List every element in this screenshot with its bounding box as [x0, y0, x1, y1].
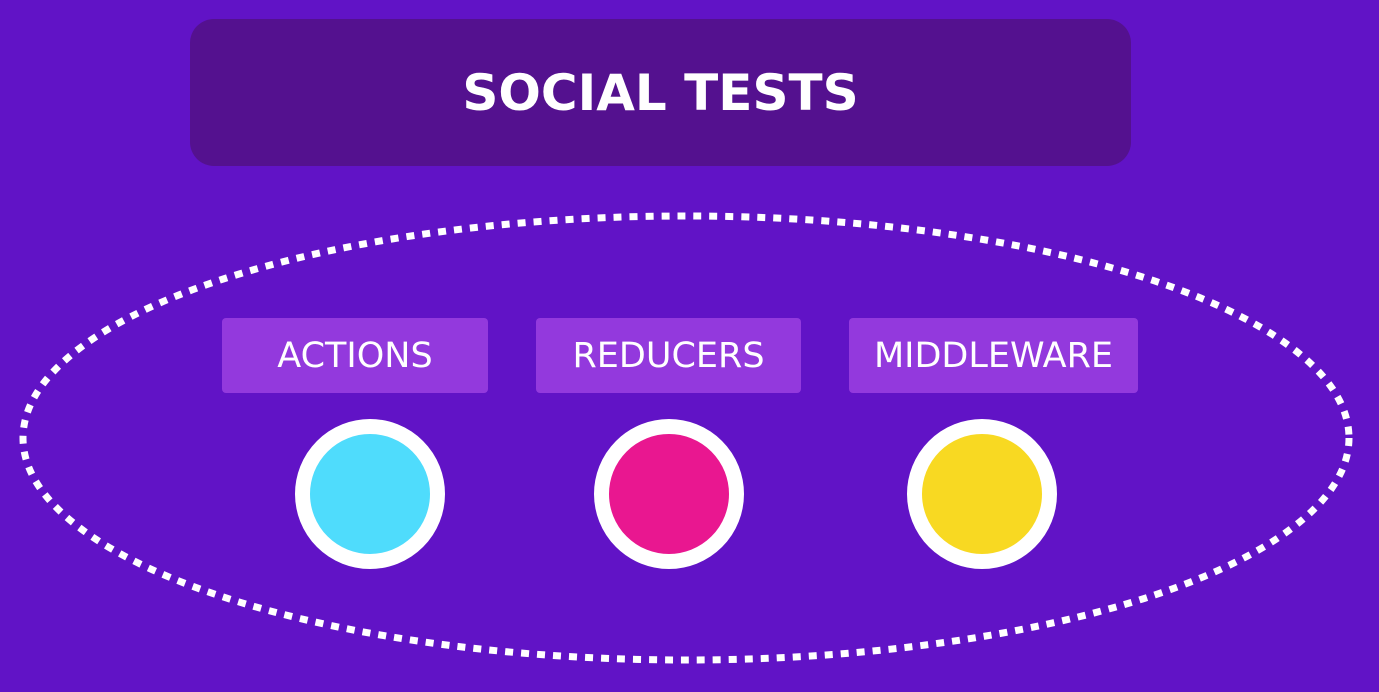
middleware-label: MIDDLEWARE [873, 335, 1114, 376]
diagram-canvas: SOCIAL TESTS ACTIONS REDUCERS MIDDLEWARE [0, 0, 1379, 692]
middleware-dot [907, 419, 1057, 569]
actions-label: ACTIONS [277, 335, 433, 376]
reducers-dot [594, 419, 744, 569]
reducers-label: REDUCERS [572, 335, 765, 376]
middleware-label-box: MIDDLEWARE [849, 318, 1138, 393]
reducers-label-box: REDUCERS [536, 318, 801, 393]
actions-label-box: ACTIONS [222, 318, 488, 393]
actions-dot [295, 419, 445, 569]
